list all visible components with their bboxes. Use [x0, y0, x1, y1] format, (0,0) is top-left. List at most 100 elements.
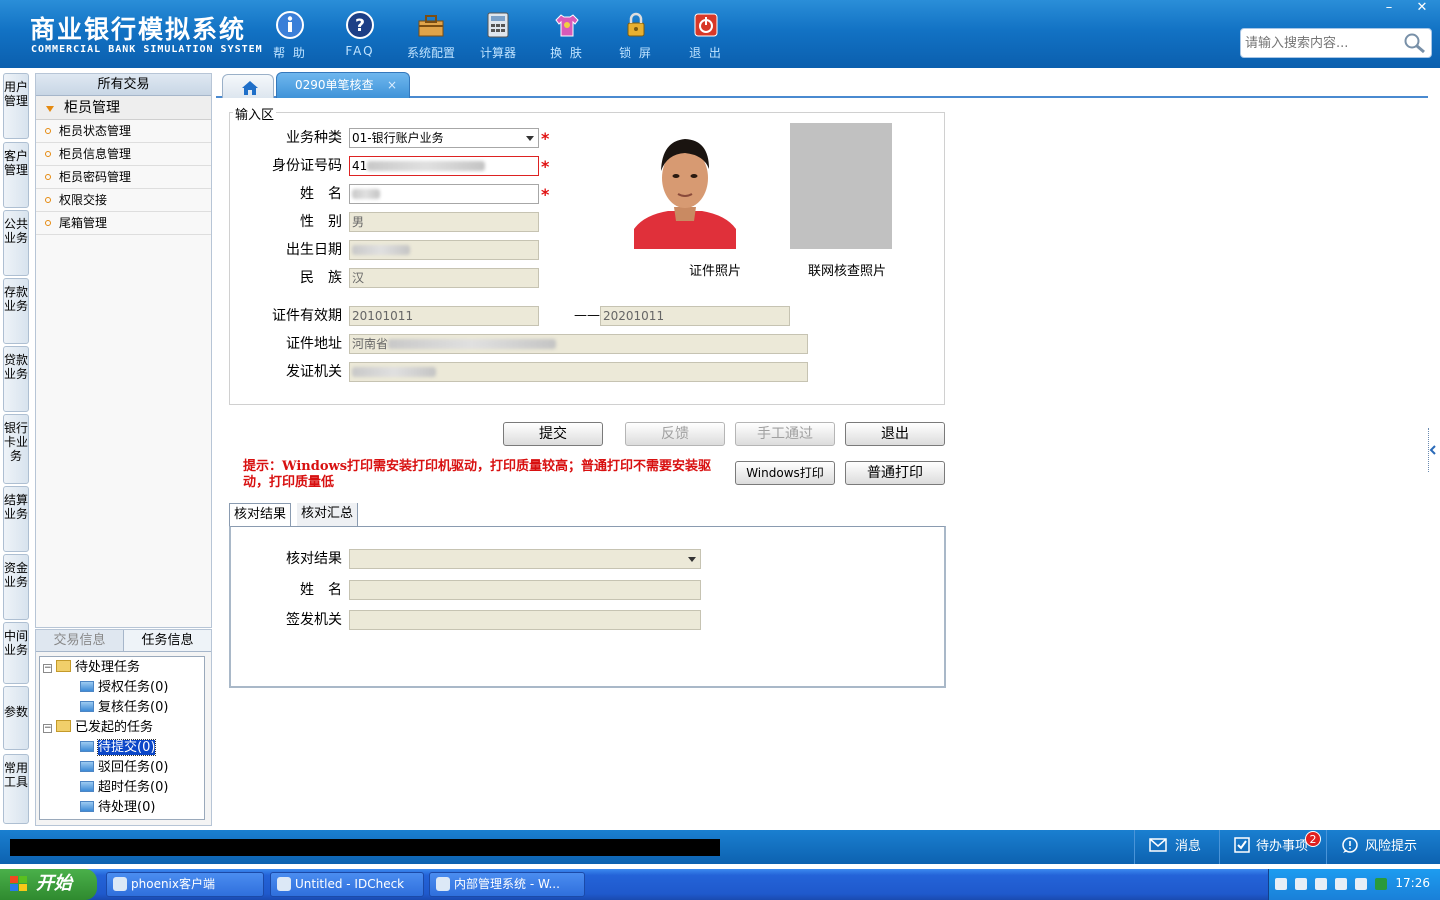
risk-alert-label: 风险提示: [1365, 839, 1418, 854]
exit-button[interactable]: 退出: [845, 422, 945, 446]
todo-label: 待办事项: [1256, 839, 1309, 854]
faq-button[interactable]: ? FAQ: [330, 8, 390, 64]
tree-node-pending[interactable]: − 待处理任务: [43, 659, 140, 677]
nav-group-teller-mgmt[interactable]: 柜员管理: [36, 96, 211, 120]
submit-button[interactable]: 提交: [503, 422, 603, 446]
tree-node-timeout[interactable]: 超时任务(0): [80, 779, 168, 797]
app-subtitle: COMMERCIAL BANK SIMULATION SYSTEM: [31, 44, 263, 55]
search-box: [1240, 28, 1432, 58]
task-icon: [80, 801, 94, 812]
close-window-button[interactable]: ✕: [1407, 0, 1437, 18]
tree-node-auth[interactable]: 授权任务(0): [80, 679, 168, 697]
risk-alert-button[interactable]: 风险提示: [1326, 830, 1440, 864]
taskbar-item-idcheck[interactable]: Untitled - IDCheck: [270, 872, 424, 897]
nav-item-tail-box[interactable]: 尾箱管理: [36, 212, 211, 235]
bullet-icon: [45, 151, 51, 157]
vtab-intermediate[interactable]: 中间业务: [3, 622, 29, 684]
manual-pass-button[interactable]: 手工通过: [735, 422, 835, 446]
required-mark: *: [541, 129, 550, 148]
back-icon[interactable]: [1335, 878, 1347, 890]
ie-icon: [436, 877, 450, 891]
redacted-block: [352, 245, 410, 255]
name-label: 姓 名: [300, 186, 342, 202]
vtab-deposit[interactable]: 存款业务: [3, 278, 29, 344]
vtab-loan[interactable]: 贷款业务: [3, 346, 29, 412]
bullet-icon: [45, 197, 51, 203]
svg-text:?: ?: [355, 16, 365, 36]
vtab-public-biz[interactable]: 公共业务: [3, 210, 29, 276]
task-panel: 交易信息 任务信息 − 待处理任务 授权任务(0) 复核任务(0) − 已发起的任务…: [35, 629, 212, 826]
tab-check-summary[interactable]: 核对汇总: [297, 503, 359, 527]
vtab-customer-mgmt[interactable]: 客户管理: [3, 142, 29, 208]
collapse-icon[interactable]: −: [43, 724, 52, 733]
app-icon: [277, 877, 291, 891]
vtab-funds[interactable]: 资金业务: [3, 554, 29, 620]
tab-transaction-info[interactable]: 交易信息: [36, 630, 123, 651]
issuer-label: 发证机关: [286, 364, 342, 380]
vtab-settlement[interactable]: 结算业务: [3, 486, 29, 552]
nav-item-permission-handover[interactable]: 权限交接: [36, 189, 211, 212]
tree-node-to-submit[interactable]: 待提交(0): [80, 739, 157, 757]
tab-task-info[interactable]: 任务信息: [123, 630, 211, 651]
network-check-photo: [790, 123, 892, 249]
search-icon[interactable]: [1403, 32, 1427, 54]
network-icon[interactable]: [1315, 878, 1327, 890]
windows-print-button[interactable]: Windows打印: [735, 461, 835, 485]
tree-node-review[interactable]: 复核任务(0): [80, 699, 168, 717]
id-number-input[interactable]: 41: [349, 156, 539, 176]
check-result-label: 核对结果: [286, 551, 342, 567]
vtab-bank-card[interactable]: 银行卡业务: [3, 414, 29, 484]
tree-node-initiated[interactable]: − 已发起的任务: [43, 719, 153, 737]
messages-button[interactable]: 消息: [1134, 830, 1214, 864]
name-input[interactable]: [349, 184, 539, 204]
tree-node-to-process[interactable]: 待处理(0): [80, 799, 155, 817]
normal-print-button[interactable]: 普通打印: [845, 461, 945, 485]
monitor-icon[interactable]: [1355, 878, 1367, 890]
close-tab-icon[interactable]: ×: [387, 73, 397, 97]
vtab-label: 存款业务: [4, 285, 29, 313]
taskbar-item-phoenix[interactable]: phoenix客户端: [106, 872, 264, 897]
collapse-icon[interactable]: −: [43, 664, 52, 673]
keyboard-icon[interactable]: [1275, 878, 1287, 890]
help-tray-icon[interactable]: [1295, 878, 1307, 890]
calculator-button[interactable]: 计算器: [468, 8, 528, 64]
nav-item-label: 柜员信息管理: [59, 147, 132, 161]
vtab-label: 结算业务: [4, 493, 29, 521]
nav-item-teller-password[interactable]: 柜员密码管理: [36, 166, 211, 189]
tab-single-verification[interactable]: 0290单笔核查 ×: [276, 72, 410, 98]
nav-item-teller-info[interactable]: 柜员信息管理: [36, 143, 211, 166]
result-name-label: 姓 名: [300, 582, 342, 598]
vtab-tools[interactable]: 常用工具: [3, 754, 29, 824]
tab-check-result[interactable]: 核对结果: [229, 503, 292, 527]
task-panel-tabs: 交易信息 任务信息: [36, 630, 211, 652]
start-button[interactable]: 开始: [0, 869, 97, 900]
taskbar-item-ie[interactable]: 内部管理系统 - W...: [429, 872, 585, 897]
vpn-icon[interactable]: [1375, 878, 1387, 890]
required-mark: *: [541, 185, 550, 204]
question-icon: ?: [346, 11, 374, 39]
search-input[interactable]: [1241, 29, 1401, 57]
nav-item-teller-status[interactable]: 柜员状态管理: [36, 120, 211, 143]
lock-screen-button[interactable]: 锁 屏: [606, 8, 666, 64]
tab-label: 0290单笔核查: [295, 78, 374, 92]
tree-node-rejected[interactable]: 驳回任务(0): [80, 759, 168, 777]
change-skin-button[interactable]: 换 肤: [537, 8, 597, 64]
biz-type-select[interactable]: 01-银行账户业务: [349, 128, 539, 148]
vtab-label: 参数: [4, 705, 29, 719]
collapse-handle[interactable]: [1428, 428, 1436, 472]
print-tip: 提示：Windows打印需安装打印机驱动，打印质量较高；普通打印不需要安装驱动，…: [243, 459, 712, 490]
minimize-button[interactable]: –: [1374, 0, 1404, 18]
vertical-module-tabs: 用户管理 客户管理 公共业务 存款业务 贷款业务 银行卡业务 结算业务 资金业务…: [0, 68, 32, 830]
system-config-button[interactable]: 系统配置: [400, 8, 462, 64]
vtab-params[interactable]: 参数: [3, 686, 29, 750]
help-button[interactable]: 帮 助: [260, 8, 320, 64]
tab-home[interactable]: [222, 74, 274, 98]
logout-button[interactable]: 退 出: [676, 8, 736, 64]
feedback-button[interactable]: 反馈: [625, 422, 725, 446]
check-result-select[interactable]: [349, 549, 701, 569]
start-label: 开始: [36, 873, 72, 894]
result-name-field: [349, 580, 701, 600]
vtab-user-mgmt[interactable]: 用户管理: [3, 73, 29, 139]
content-tabbar: 0290单笔核查 ×: [216, 72, 1428, 98]
bullet-icon: [45, 220, 51, 226]
